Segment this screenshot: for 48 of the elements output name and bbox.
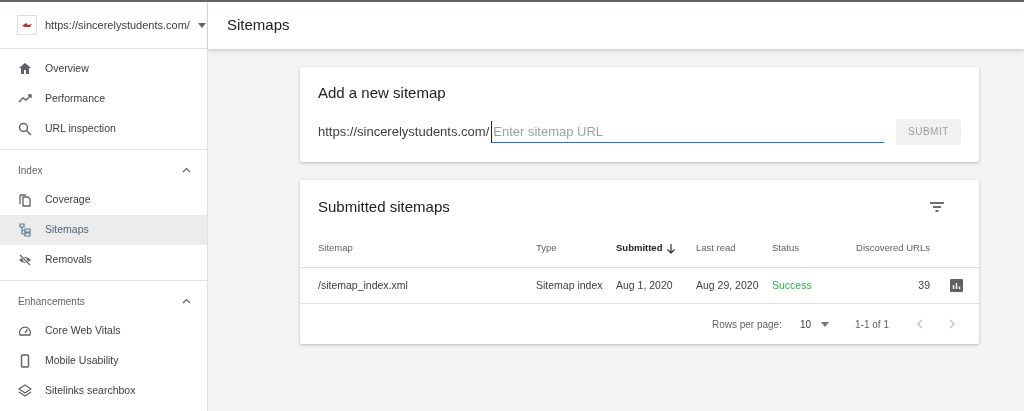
rows-per-page-select[interactable]: 10 (799, 316, 830, 332)
property-selector[interactable]: https://sincerelystudents.com/ (45, 16, 190, 34)
card-title: Add a new sitemap (318, 83, 447, 103)
filter-icon[interactable] (930, 202, 944, 212)
dropdown-caret-icon[interactable] (821, 321, 830, 327)
column-header[interactable]: Sitemap (318, 241, 353, 256)
eye-slash-icon (18, 253, 32, 267)
table-cell-text: 39 (918, 277, 930, 293)
home-icon (18, 62, 32, 76)
page-title: Sitemaps (227, 15, 290, 36)
column-header[interactable]: Discovered URLs (856, 241, 930, 256)
nav-item[interactable]: Removals (0, 245, 207, 275)
page-range: 1-1 of 1 (855, 317, 889, 332)
copy-pages-icon (18, 193, 32, 207)
table-cell-text: Aug 29, 2020 (696, 277, 759, 293)
site-logo-icon (17, 15, 37, 35)
nav-item[interactable]: URL inspection (0, 114, 207, 144)
dropdown-caret-icon[interactable] (197, 22, 206, 28)
table-cell-text: Sitemap index (536, 277, 603, 293)
search-icon (18, 122, 32, 136)
table-cell-text: Success (772, 277, 812, 293)
sitemap-url-field[interactable]: Enter sitemap URL (491, 120, 884, 143)
sort-down-arrow-icon[interactable] (667, 243, 676, 254)
url-prefix: https://sincerelystudents.com/ (318, 122, 490, 141)
nav-item[interactable]: Core Web Vitals (0, 316, 207, 346)
sitemap-tree-icon (18, 223, 32, 237)
phone-icon (18, 354, 32, 368)
table-cell-text: Aug 1, 2020 (616, 277, 673, 293)
card-title: Submitted sitemaps (318, 196, 450, 217)
rows-per-page-label: Rows per page: (711, 317, 782, 332)
layers-icon (18, 384, 32, 398)
column-header[interactable]: Status (772, 241, 799, 256)
chevron-icon[interactable] (182, 298, 191, 304)
bar-chart-icon[interactable] (950, 279, 963, 292)
chevron-icon[interactable] (182, 167, 191, 173)
table-cell-text: /sitemap_index.xml (318, 277, 408, 293)
nav-item[interactable]: Sitelinks searchbox (0, 376, 207, 406)
column-header[interactable]: Last read (696, 241, 736, 256)
nav-item[interactable]: Sitemaps (0, 215, 207, 245)
nav-item[interactable]: Performance (0, 84, 207, 114)
gauge-icon (18, 324, 32, 338)
nav-item[interactable]: Mobile Usability (0, 346, 207, 376)
nav-item[interactable]: Overview (0, 54, 207, 84)
section-heading: Enhancements (18, 294, 85, 309)
section-heading: Index (18, 163, 43, 178)
column-header[interactable]: Type (536, 241, 557, 256)
nav-item[interactable]: Coverage (0, 185, 207, 215)
column-header[interactable]: Submitted (616, 241, 663, 256)
